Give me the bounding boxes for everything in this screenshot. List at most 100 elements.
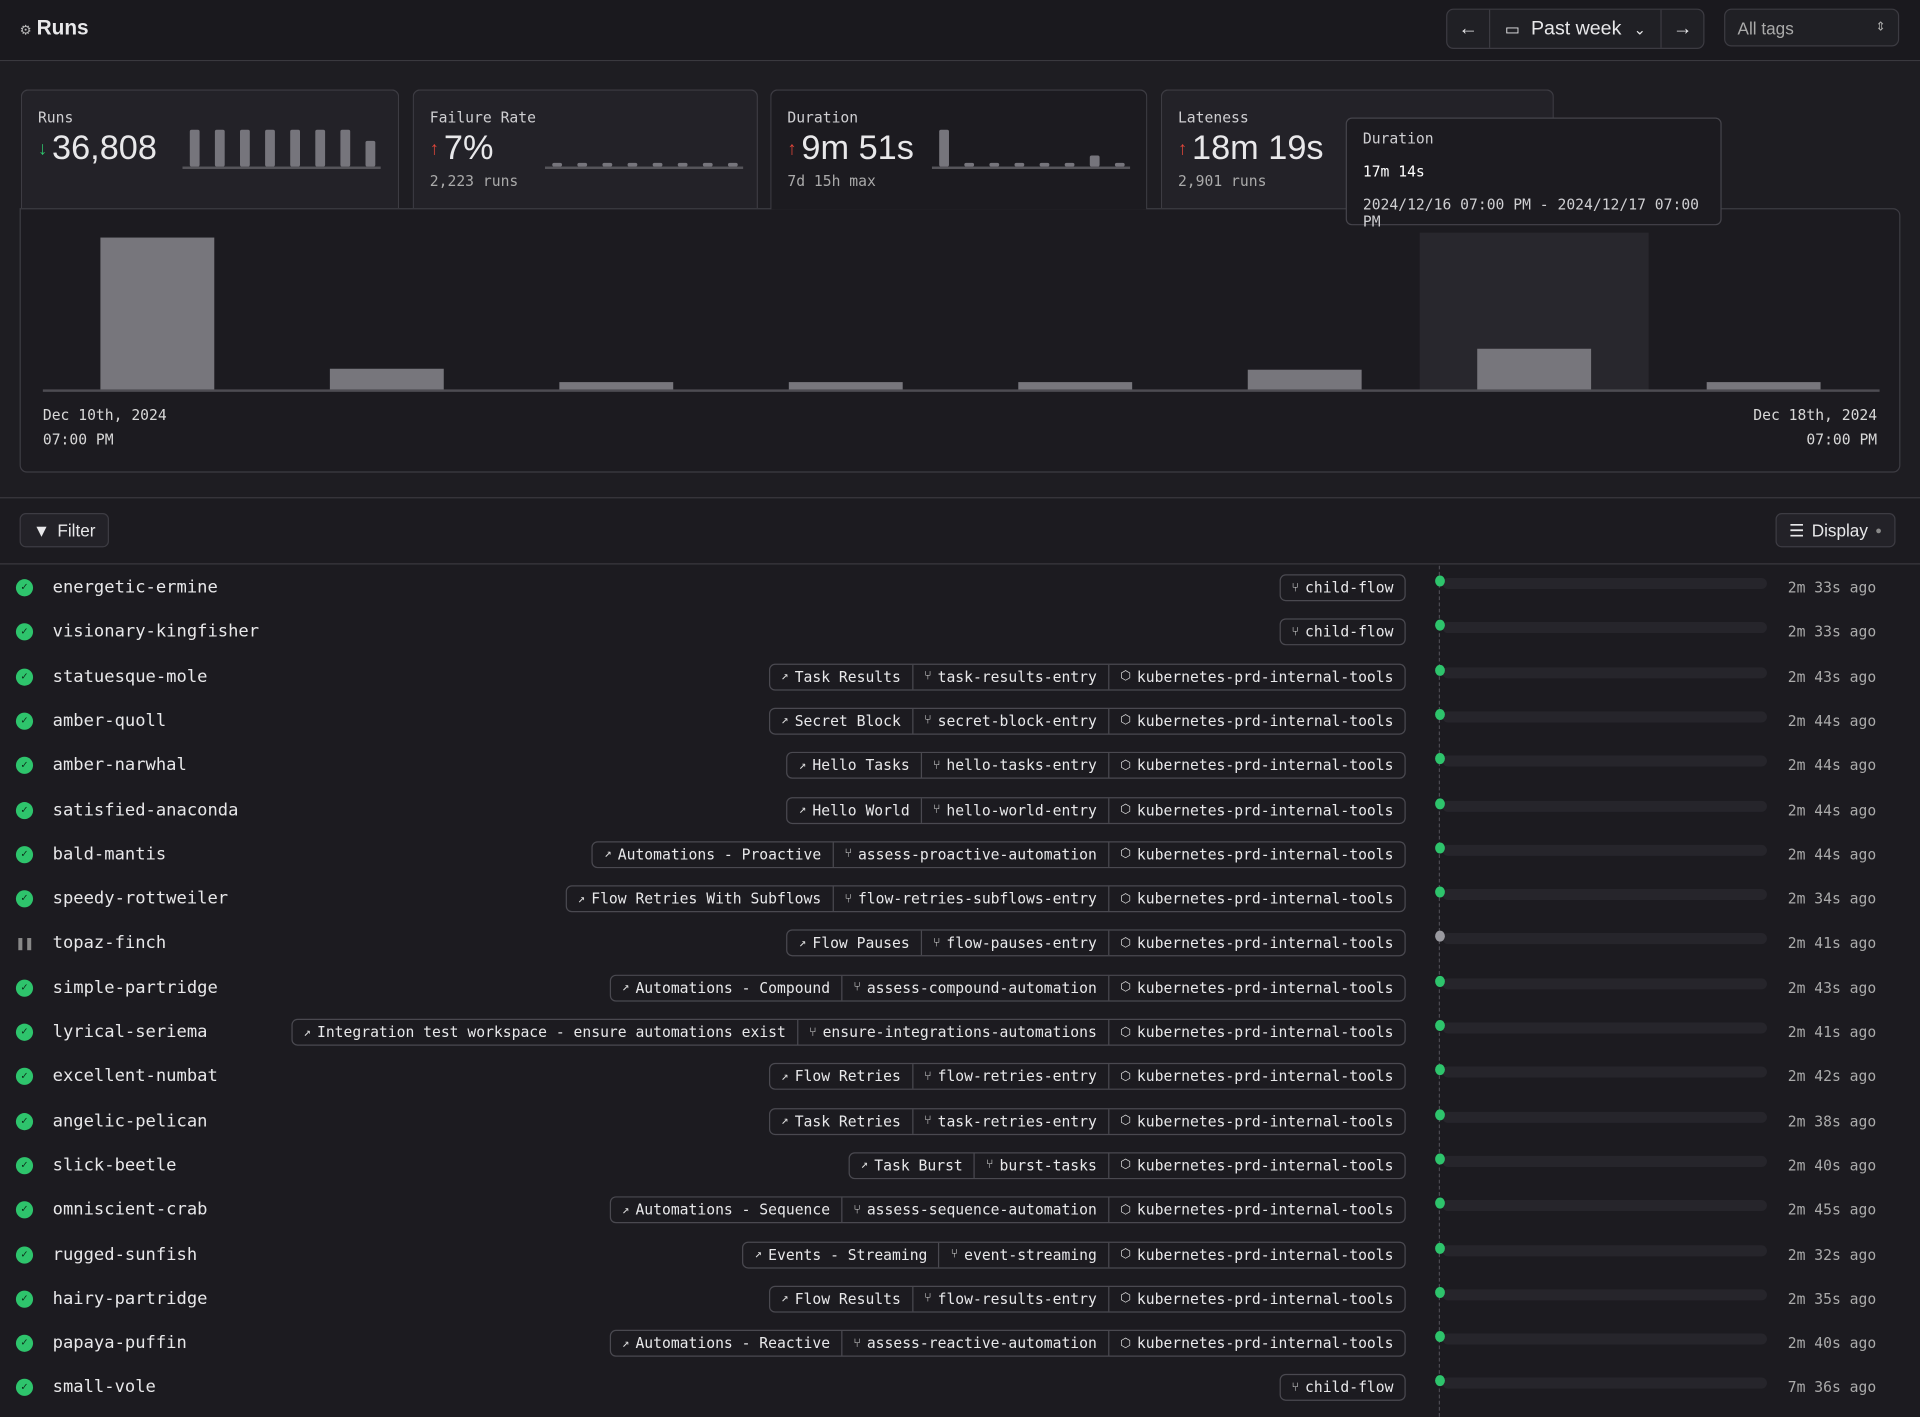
run-name[interactable]: speedy-rottweiler bbox=[53, 889, 228, 909]
chart-bar[interactable] bbox=[1477, 348, 1592, 391]
pool-tag[interactable]: ⬡ kubernetes-prd-internal-tools bbox=[1107, 1108, 1405, 1134]
run-row[interactable]: ✓ amber-narwhal ↗ Hello Tasks ⑂ hello-tasks… bbox=[0, 743, 1920, 787]
run-row[interactable]: ❚❚ topaz-finch ↗ Flow Pauses ⑂ flow-pauses-… bbox=[0, 921, 1920, 965]
timeline-dot[interactable] bbox=[1435, 1108, 1445, 1120]
timeline-dot[interactable] bbox=[1435, 1242, 1445, 1254]
pool-tag[interactable]: ⬡ kubernetes-prd-internal-tools bbox=[1107, 1331, 1405, 1356]
flow-tag[interactable]: ⑂ assess-reactive-automation bbox=[841, 1331, 1108, 1356]
deployment-tag[interactable]: ↗ Task Burst bbox=[850, 1153, 974, 1177]
timeline-dot[interactable] bbox=[1435, 1286, 1445, 1298]
pool-tag[interactable]: ⬡ kubernetes-prd-internal-tools bbox=[1107, 1020, 1405, 1045]
pool-tag[interactable]: ⬡ kubernetes-prd-internal-tools bbox=[1107, 1153, 1405, 1178]
chart-bar[interactable] bbox=[1018, 382, 1133, 391]
next-range-button[interactable]: → bbox=[1660, 9, 1704, 48]
run-name[interactable]: papaya-puffin bbox=[53, 1334, 187, 1354]
run-row[interactable]: ✓ statuesque-mole ↗ Task Results ⑂ task-res… bbox=[0, 655, 1920, 699]
filter-button[interactable]: ▼ Filter bbox=[19, 513, 109, 548]
deployment-tag[interactable]: ↗ Events - Streaming bbox=[744, 1242, 939, 1266]
flow-tag[interactable]: ⑂ task-retries-entry bbox=[911, 1108, 1108, 1134]
run-name[interactable]: slick-beetle bbox=[53, 1156, 177, 1176]
timeline-dot[interactable] bbox=[1435, 1020, 1445, 1032]
run-row[interactable]: ✓ angelic-pelican ↗ Task Retries ⑂ task-ret… bbox=[0, 1099, 1920, 1143]
run-name[interactable]: statuesque-mole bbox=[53, 667, 208, 687]
flow-tag[interactable]: ⑂ assess-sequence-automation bbox=[841, 1197, 1108, 1223]
flow-tag[interactable]: ⑂ assess-compound-automation bbox=[841, 975, 1108, 1001]
flow-tag[interactable]: ⑂ burst-tasks bbox=[973, 1153, 1108, 1178]
deployment-tag[interactable]: ↗ Hello Tasks bbox=[788, 753, 921, 777]
chart-bar[interactable] bbox=[1706, 382, 1821, 391]
run-name[interactable]: topaz-finch bbox=[53, 934, 167, 954]
pool-tag[interactable]: ⬡ kubernetes-prd-internal-tools bbox=[1107, 931, 1405, 956]
pool-tag[interactable]: ⬡ kubernetes-prd-internal-tools bbox=[1107, 1064, 1405, 1089]
timeline-dot[interactable] bbox=[1435, 975, 1445, 987]
run-name[interactable]: satisfied-anaconda bbox=[53, 800, 239, 820]
deployment-tag[interactable]: ↗ Task Retries bbox=[770, 1109, 912, 1133]
timeline-dot[interactable] bbox=[1435, 797, 1445, 809]
run-name[interactable]: rugged-sunfish bbox=[53, 1245, 198, 1265]
chart-bar[interactable] bbox=[100, 237, 215, 391]
deployment-tag[interactable]: ↗ Task Results bbox=[770, 664, 912, 688]
pool-tag[interactable]: ⬡ kubernetes-prd-internal-tools bbox=[1107, 664, 1405, 689]
run-name[interactable]: energetic-ermine bbox=[53, 578, 218, 598]
flow-tag[interactable]: ⑂ secret-block-entry bbox=[911, 708, 1108, 734]
deployment-tag[interactable]: ↗ Flow Results bbox=[770, 1287, 912, 1311]
run-name[interactable]: amber-narwhal bbox=[53, 756, 187, 776]
flow-tag[interactable]: ⑂ flow-retries-subflows-entry bbox=[832, 886, 1108, 912]
timeline-dot[interactable] bbox=[1435, 708, 1445, 720]
flow-tag[interactable]: ⑂ child-flow bbox=[1281, 1376, 1405, 1400]
pool-tag[interactable]: ⬡ kubernetes-prd-internal-tools bbox=[1107, 797, 1405, 823]
flow-tag[interactable]: ⑂ flow-results-entry bbox=[911, 1286, 1108, 1312]
run-name[interactable]: lyrical-seriema bbox=[53, 1022, 208, 1042]
deployment-tag[interactable]: ↗ Secret Block bbox=[770, 709, 912, 733]
flow-tag[interactable]: ⑂ hello-tasks-entry bbox=[920, 753, 1108, 778]
pool-tag[interactable]: ⬡ kubernetes-prd-internal-tools bbox=[1107, 842, 1405, 867]
deployment-tag[interactable]: ↗ Flow Pauses bbox=[788, 931, 921, 955]
flow-tag[interactable]: ⑂ hello-world-entry bbox=[920, 797, 1108, 823]
run-row[interactable]: ✓ rugged-sunfish ↗ Events - Streaming ⑂ eve… bbox=[0, 1232, 1920, 1276]
run-row[interactable]: ✓ energetic-ermine ⑂ child-flow 2m 33s ag… bbox=[0, 566, 1920, 610]
deployment-tag[interactable]: ↗ Flow Retries bbox=[770, 1064, 912, 1088]
run-name[interactable]: amber-quoll bbox=[53, 711, 167, 731]
flow-tag[interactable]: ⑂ event-streaming bbox=[938, 1242, 1107, 1267]
stat-card-failure-rate[interactable]: Failure Rate ↑ 7% 2,223 runs bbox=[412, 89, 758, 209]
deployment-tag[interactable]: ↗ Automations - Proactive bbox=[593, 842, 832, 866]
run-row[interactable]: ✓ hairy-partridge ↗ Flow Results ⑂ flow-res… bbox=[0, 1277, 1920, 1321]
deployment-tag[interactable]: ↗ Integration test workspace - ensure aut… bbox=[292, 1020, 796, 1044]
deployment-tag[interactable]: ↗ Automations - Reactive bbox=[611, 1331, 841, 1355]
run-name[interactable]: small-vole bbox=[53, 1378, 156, 1398]
date-range-select[interactable]: ▭ Past week ⌄ bbox=[1488, 9, 1661, 48]
run-name[interactable]: simple-partridge bbox=[53, 978, 218, 998]
chart-bar[interactable] bbox=[559, 382, 674, 391]
flow-tag[interactable]: ⑂ child-flow bbox=[1281, 576, 1405, 600]
tags-select[interactable]: All tags ⇕ bbox=[1724, 8, 1900, 47]
timeline-dot[interactable] bbox=[1435, 1153, 1445, 1165]
chart-bar[interactable] bbox=[1247, 369, 1362, 391]
run-name[interactable]: angelic-pelican bbox=[53, 1111, 208, 1131]
run-row[interactable]: ✓ lyrical-seriema ↗ Integration test work… bbox=[0, 1010, 1920, 1054]
run-row[interactable]: ✓ simple-partridge ↗ Automations - Compou… bbox=[0, 966, 1920, 1010]
run-row[interactable]: ✓ papaya-puffin ↗ Automations - Reactive ⑂… bbox=[0, 1321, 1920, 1365]
deployment-tag[interactable]: ↗ Automations - Compound bbox=[611, 976, 841, 1000]
run-row[interactable]: ✓ visionary-kingfisher ⑂ child-flow 2m 33… bbox=[0, 610, 1920, 654]
previous-range-button[interactable]: ← bbox=[1447, 10, 1489, 48]
pool-tag[interactable]: ⬡ kubernetes-prd-internal-tools bbox=[1107, 1197, 1405, 1223]
timeline-dot[interactable] bbox=[1435, 664, 1445, 676]
flow-tag[interactable]: ⑂ child-flow bbox=[1281, 620, 1405, 644]
run-name[interactable]: hairy-partridge bbox=[53, 1289, 208, 1309]
run-name[interactable]: visionary-kingfisher bbox=[53, 622, 259, 642]
run-row[interactable]: ✓ excellent-numbat ↗ Flow Retries ⑂ flow-re… bbox=[0, 1055, 1920, 1099]
run-name[interactable]: omniscient-crab bbox=[53, 1200, 208, 1220]
run-row[interactable]: ✓ satisfied-anaconda ↗ Hello World ⑂ hello-… bbox=[0, 788, 1920, 832]
flow-tag[interactable]: ⑂ flow-pauses-entry bbox=[920, 931, 1108, 956]
pool-tag[interactable]: ⬡ kubernetes-prd-internal-tools bbox=[1107, 708, 1405, 734]
flow-tag[interactable]: ⑂ assess-proactive-automation bbox=[832, 842, 1108, 867]
stat-card-duration[interactable]: Duration ↑ 9m 51s 7d 15h max bbox=[770, 89, 1148, 210]
timeline-dot[interactable] bbox=[1435, 575, 1445, 587]
chart-bar[interactable] bbox=[329, 368, 444, 391]
flow-tag[interactable]: ⑂ task-results-entry bbox=[911, 664, 1108, 689]
chart-bar[interactable] bbox=[788, 382, 903, 391]
run-row[interactable]: ✓ amber-quoll ↗ Secret Block ⑂ secret-block… bbox=[0, 699, 1920, 743]
run-row[interactable]: ✓ omniscient-crab ↗ Automations - Sequenc… bbox=[0, 1188, 1920, 1232]
display-button[interactable]: ☰ Display ● bbox=[1775, 513, 1896, 548]
run-name[interactable]: excellent-numbat bbox=[53, 1067, 218, 1087]
